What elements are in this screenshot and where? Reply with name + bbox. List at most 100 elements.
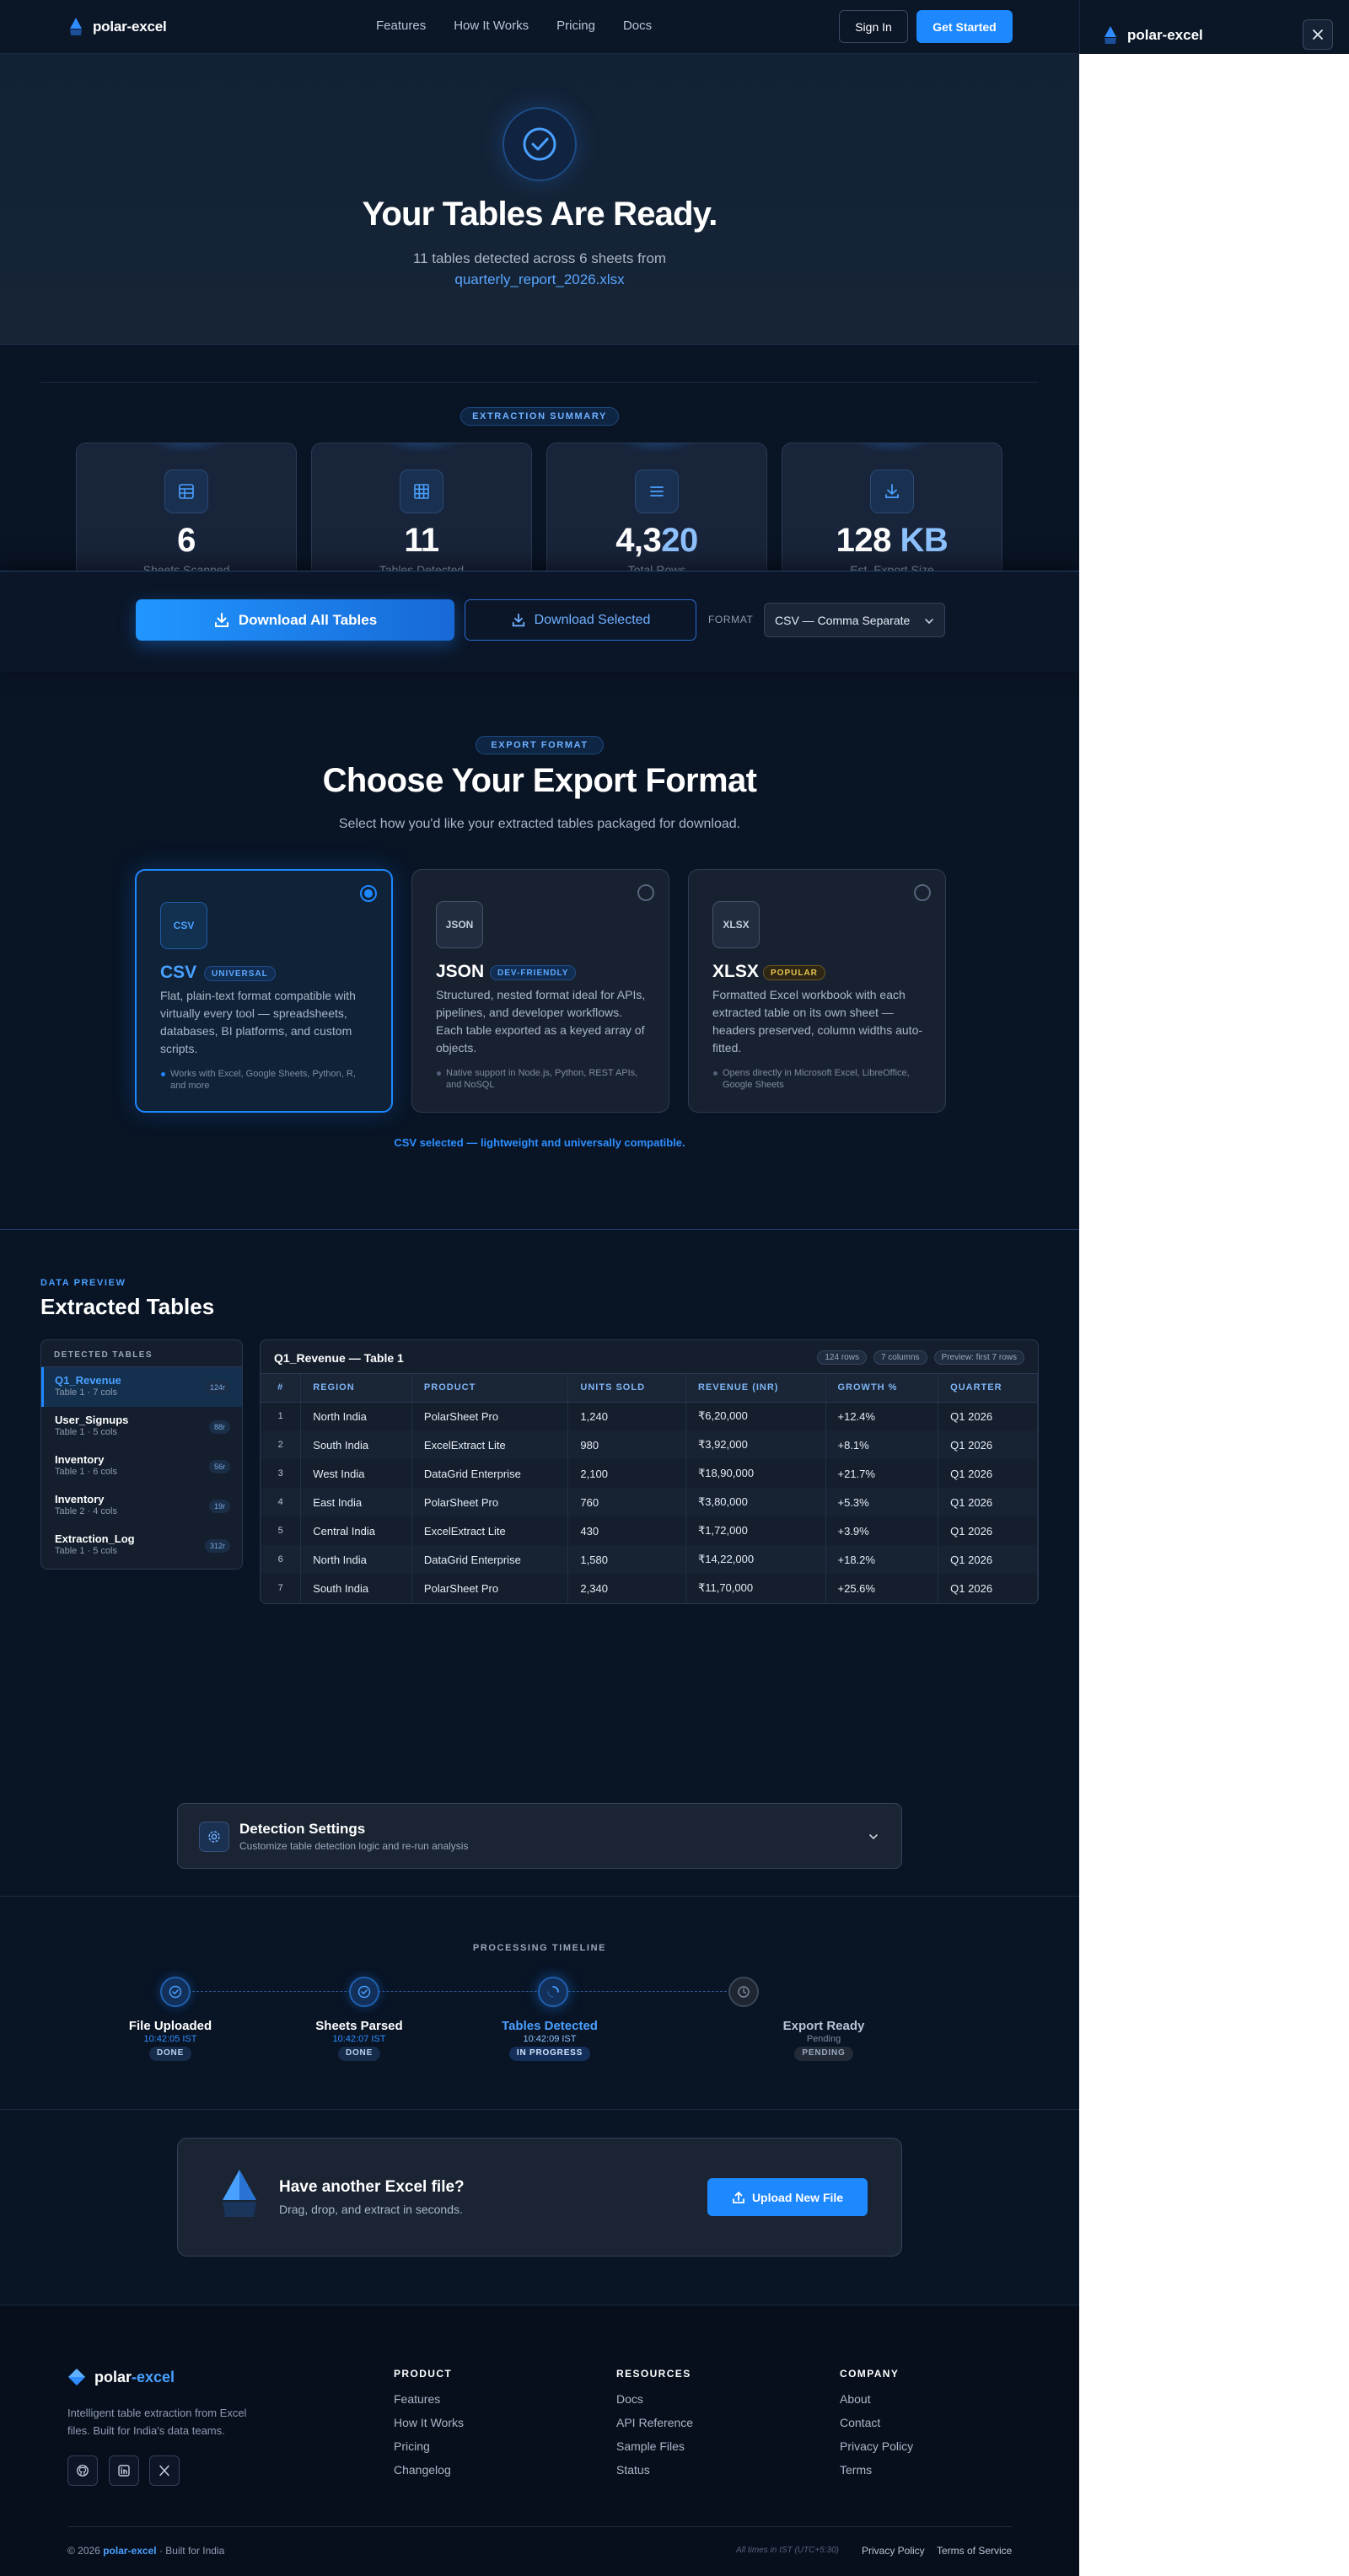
footer-logo[interactable]: polar-excel	[67, 2368, 175, 2386]
footer-link[interactable]: Status	[616, 2463, 693, 2487]
footer-link[interactable]: Docs	[616, 2392, 693, 2416]
footer-link[interactable]: Privacy Policy	[840, 2439, 913, 2463]
column-header[interactable]: GROWTH %	[825, 1374, 939, 1403]
divider	[0, 1229, 1079, 1230]
table-cell: +3.9%	[825, 1516, 939, 1545]
data-table: # REGION PRODUCT UNITS SOLD REVENUE (INR) GRO…	[261, 1374, 1038, 1602]
table-list-item[interactable]: Inventory Table 1 · 6 cols 56r	[41, 1446, 242, 1486]
footer-link[interactable]: Contact	[840, 2416, 913, 2439]
download-icon	[870, 470, 914, 513]
nav-docs[interactable]: Docs	[623, 19, 652, 33]
table-preview: Q1_Revenue — Table 1 124 rows 7 columns …	[260, 1339, 1039, 1604]
nav-how-it-works[interactable]: How It Works	[454, 19, 529, 33]
table-list-item[interactable]: Q1_Revenue Table 1 · 7 cols 124r	[41, 1367, 242, 1407]
table-cell: +25.6%	[825, 1574, 939, 1602]
footer-link[interactable]: Changelog	[394, 2463, 464, 2487]
csv-file-icon: CSV	[160, 902, 207, 949]
table-cell: +18.2%	[825, 1545, 939, 1574]
step-time: 10:42:07 IST	[332, 2034, 386, 2044]
table-cell: East India	[300, 1488, 412, 1516]
sheet-icon	[164, 470, 208, 513]
rows-chip: 124 rows	[817, 1350, 867, 1365]
footer-link[interactable]: API Reference	[616, 2416, 693, 2439]
table-list-item[interactable]: Extraction_Log Table 1 · 5 cols 312r	[41, 1526, 242, 1565]
step-name: Sheets Parsed	[315, 2019, 403, 2033]
gear-icon	[199, 1822, 229, 1852]
table-cell: ₹18,90,000	[685, 1459, 826, 1488]
processing-timeline-title: PROCESSING TIMELINE	[472, 1943, 607, 1953]
format-radio[interactable]	[914, 884, 931, 901]
footer-link[interactable]: Terms	[840, 2463, 913, 2487]
format-tag: POPULAR	[763, 965, 825, 980]
sign-in-button[interactable]: Sign In	[839, 10, 908, 43]
format-radio[interactable]	[360, 885, 377, 902]
nav-features[interactable]: Features	[376, 19, 426, 33]
nav-pricing[interactable]: Pricing	[556, 19, 595, 33]
format-radio[interactable]	[637, 884, 654, 901]
status-badge: DONE	[148, 2047, 192, 2061]
footer-col-company: COMPANY About Contact Privacy Policy Ter…	[840, 2368, 913, 2487]
column-header[interactable]: #	[261, 1374, 302, 1403]
table-body: 1 North India PolarSheet Pro 1,240 ₹6,20,000…	[261, 1402, 1038, 1602]
copyright: © 2026 polar-excel · Built for India	[67, 2545, 225, 2557]
terms-of-service-link[interactable]: Terms of Service	[937, 2545, 1012, 2557]
table-row: 1 North India PolarSheet Pro 1,240 ₹6,20,000…	[261, 1402, 1038, 1430]
table-row: 7 South India PolarSheet Pro 2,340 ₹11,70,00…	[261, 1574, 1038, 1602]
cta-title: Have another Excel file?	[279, 2178, 465, 2196]
download-icon	[511, 613, 526, 628]
footer-col-title: RESOURCES	[616, 2368, 691, 2380]
column-header[interactable]: UNITS SOLD	[567, 1374, 686, 1403]
linkedin-icon[interactable]	[109, 2455, 139, 2486]
format-card-json[interactable]: JSON JSON DEV-FRIENDLY Structured, neste…	[411, 869, 669, 1113]
format-select[interactable]: CSV — Comma Separate	[764, 603, 945, 637]
row-count-badge: 124r	[204, 1381, 230, 1394]
table-header-row: # REGION PRODUCT UNITS SOLD REVENUE (INR) GRO…	[261, 1374, 1038, 1403]
table-list-item[interactable]: Inventory Table 2 · 4 cols 19r	[41, 1486, 242, 1526]
format-card-xlsx[interactable]: XLSX XLSX POPULAR Formatted Excel workbo…	[688, 869, 946, 1113]
format-description: Formatted Excel workbook with each extra…	[712, 988, 923, 1055]
table-row: 3 West India DataGrid Enterprise 2,100 ₹18,9…	[261, 1459, 1038, 1488]
divider	[0, 2109, 1079, 2110]
check-icon	[160, 1977, 191, 2007]
footer-link[interactable]: Sample Files	[616, 2439, 693, 2463]
column-header[interactable]: REVENUE (INR)	[685, 1374, 826, 1403]
table-cell: +5.3%	[825, 1488, 939, 1516]
upload-new-file-button[interactable]: Upload New File	[707, 2178, 868, 2216]
column-header[interactable]: PRODUCT	[411, 1374, 569, 1403]
column-header[interactable]: REGION	[300, 1374, 412, 1403]
footer-link[interactable]: Pricing	[394, 2439, 464, 2463]
step-time: Pending	[806, 2034, 841, 2044]
github-icon[interactable]	[67, 2455, 98, 2486]
x-twitter-icon[interactable]	[149, 2455, 180, 2486]
drawer-brand-logo[interactable]: polar-excel	[1102, 25, 1203, 46]
row-count-badge: 88r	[208, 1420, 230, 1434]
divider	[0, 1896, 1079, 1897]
close-icon[interactable]	[1303, 19, 1333, 50]
table-list-item[interactable]: User_Signups Table 1 · 5 cols 88r	[41, 1407, 242, 1446]
spinner-icon	[538, 1977, 568, 2007]
footer-link[interactable]: About	[840, 2392, 913, 2416]
column-header[interactable]: QUARTER	[938, 1374, 1038, 1403]
source-filename[interactable]: quarterly_report_2026.xlsx	[0, 271, 1079, 288]
download-selected-button[interactable]: Download Selected	[465, 599, 696, 641]
table-cell: +12.4%	[825, 1402, 939, 1430]
table-cell: ₹3,92,000	[685, 1430, 826, 1459]
privacy-policy-link[interactable]: Privacy Policy	[862, 2545, 925, 2557]
brand-logo[interactable]: polar-excel	[67, 17, 167, 37]
xlsx-file-icon: XLSX	[712, 901, 760, 948]
table-cell: ₹14,22,000	[685, 1545, 826, 1574]
format-card-csv[interactable]: CSV CSV UNIVERSAL Flat, plain-text forma…	[135, 869, 393, 1113]
detection-settings-toggle[interactable]: Detection Settings Customize table detec…	[177, 1803, 902, 1869]
polar-logo-icon	[1102, 25, 1119, 46]
chevron-down-icon	[868, 1831, 879, 1843]
download-all-button[interactable]: Download All Tables	[136, 599, 454, 641]
footer-link[interactable]: Features	[394, 2392, 464, 2416]
drawer-brand-name: polar-excel	[1127, 27, 1203, 43]
table-cell: Q1 2026	[938, 1516, 1038, 1545]
get-started-button[interactable]: Get Started	[916, 10, 1013, 43]
footer-link[interactable]: How It Works	[394, 2416, 464, 2439]
hero-section: Your Tables Are Ready. 11 tables detecte…	[0, 54, 1079, 345]
format-compat-note: Works with Excel, Google Sheets, Python,…	[160, 1068, 373, 1092]
timeline-step-export-ready: Export Ready Pending PENDING	[739, 2019, 908, 2061]
format-name: CSV	[160, 963, 197, 982]
